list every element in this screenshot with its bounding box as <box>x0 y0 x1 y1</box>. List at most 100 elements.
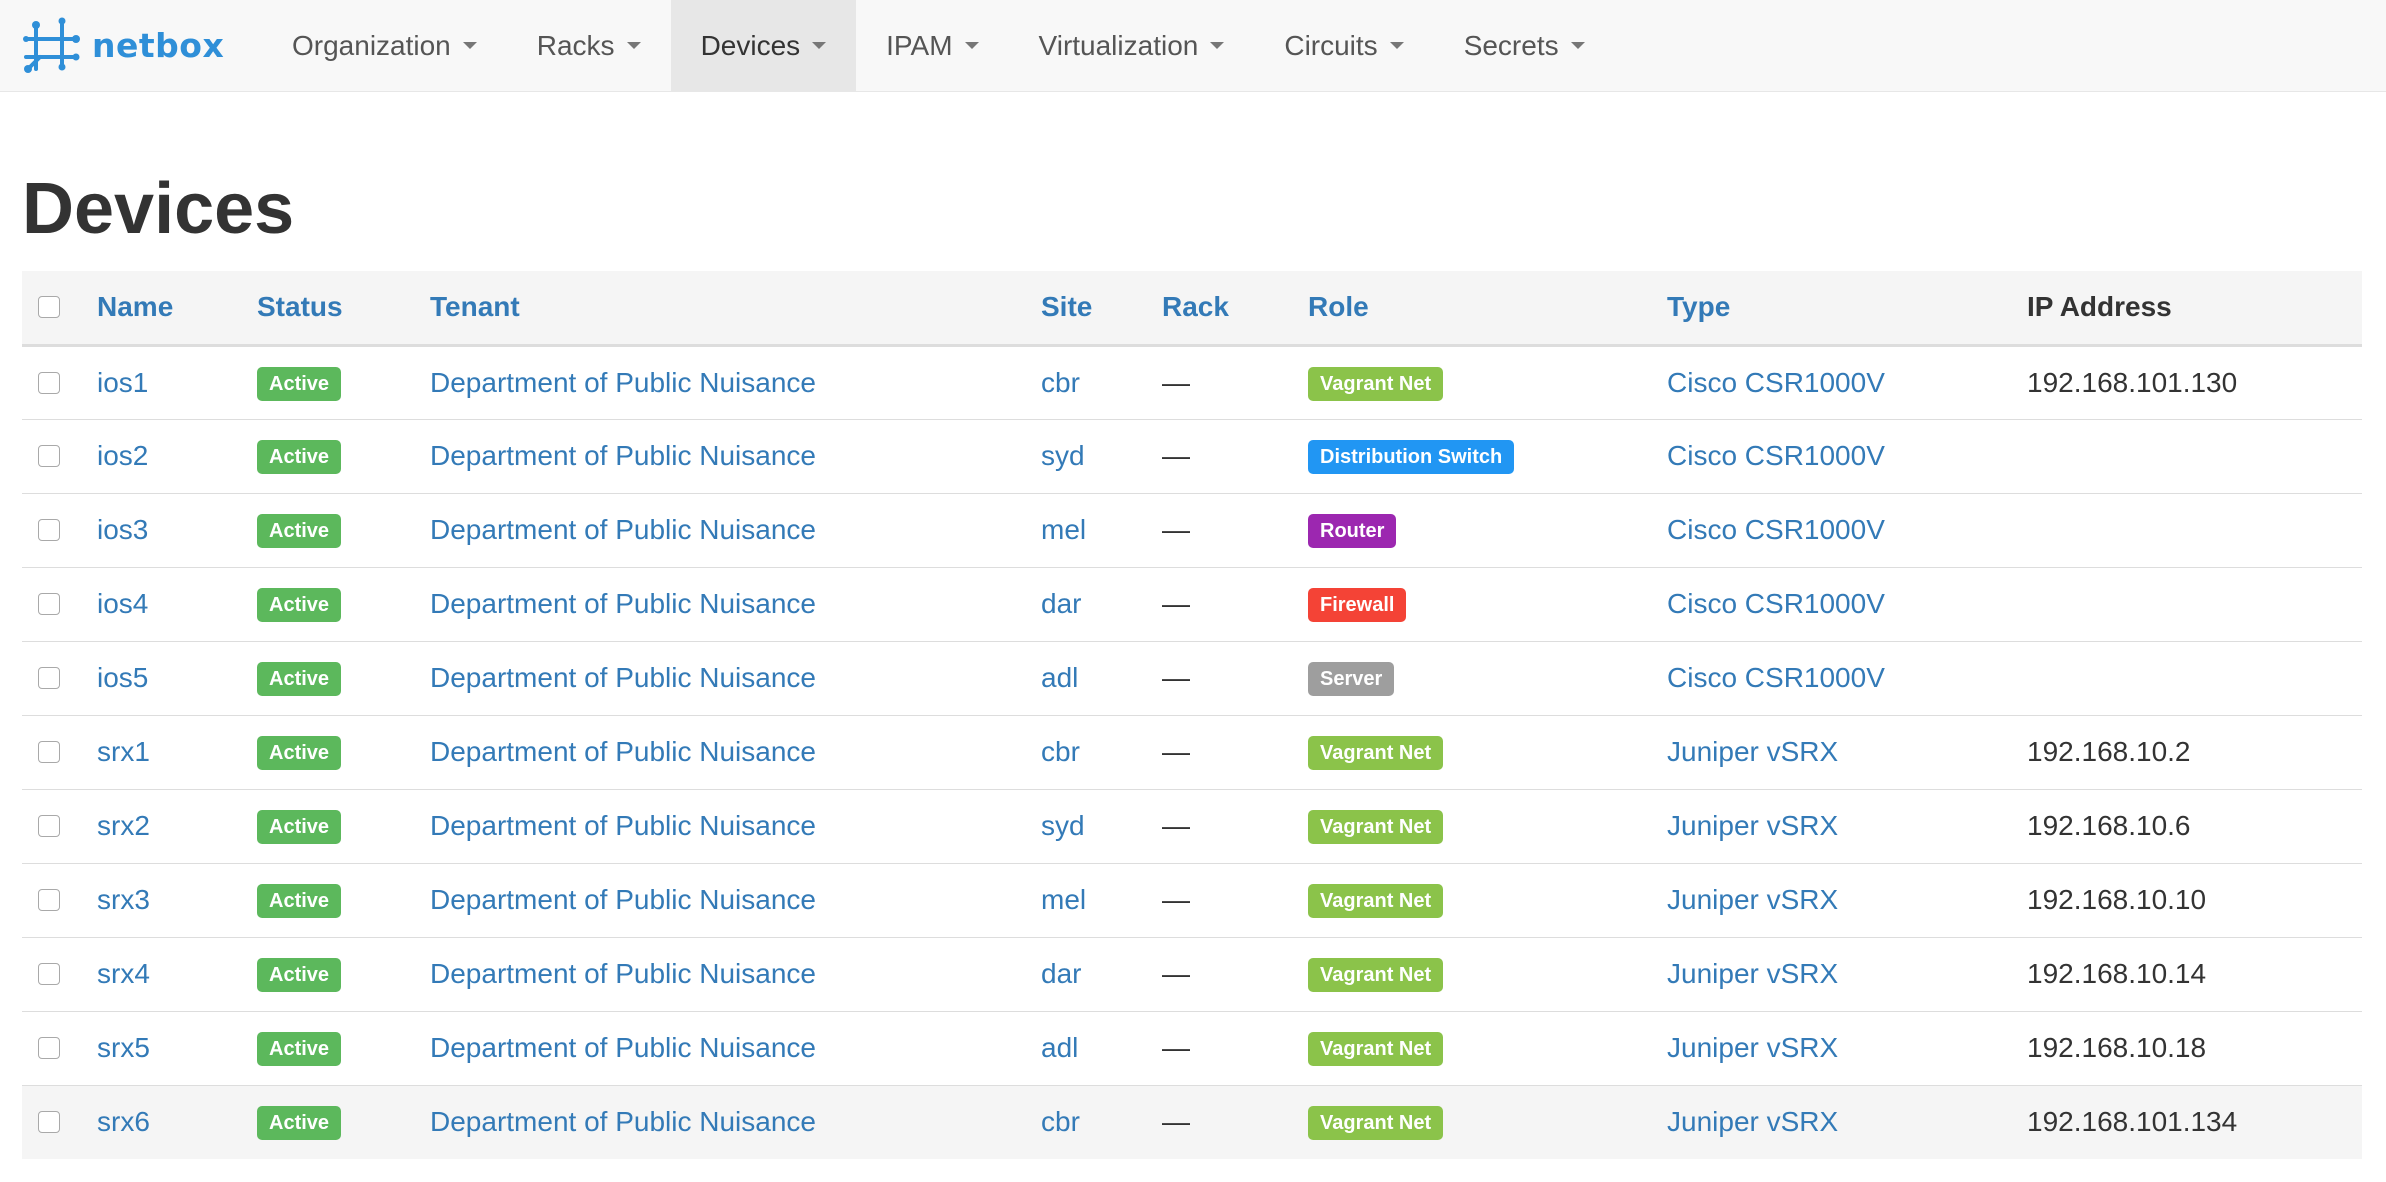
role-badge[interactable]: Vagrant Net <box>1308 958 1444 992</box>
tenant-cell: Department of Public Nuisance <box>430 715 1041 789</box>
nav-label: Devices <box>700 29 801 61</box>
rack-value: — <box>1162 958 1190 989</box>
nav-organization[interactable]: Organization <box>262 0 507 91</box>
col-header-site[interactable]: Site <box>1041 271 1162 345</box>
row-select-checkbox[interactable] <box>38 593 60 615</box>
site-link[interactable]: syd <box>1041 440 1085 471</box>
tenant-link[interactable]: Department of Public Nuisance <box>430 662 816 693</box>
device-type-link[interactable]: Juniper vSRX <box>1667 884 1838 915</box>
site-link[interactable]: cbr <box>1041 367 1080 398</box>
site-link[interactable]: adl <box>1041 662 1078 693</box>
device-type-link[interactable]: Cisco CSR1000V <box>1667 514 1885 545</box>
role-badge[interactable]: Vagrant Net <box>1308 1032 1444 1066</box>
device-type-link[interactable]: Juniper vSRX <box>1667 1106 1838 1137</box>
role-badge[interactable]: Vagrant Net <box>1308 884 1444 918</box>
role-badge[interactable]: Vagrant Net <box>1308 810 1444 844</box>
row-select-checkbox[interactable] <box>38 963 60 985</box>
col-header-rack[interactable]: Rack <box>1162 271 1308 345</box>
device-name-link[interactable]: srx5 <box>97 1032 150 1063</box>
tenant-link[interactable]: Department of Public Nuisance <box>430 810 816 841</box>
row-select-checkbox[interactable] <box>38 667 60 689</box>
device-type-link[interactable]: Juniper vSRX <box>1667 810 1838 841</box>
status-cell: Active <box>257 937 430 1011</box>
row-select-checkbox[interactable] <box>38 889 60 911</box>
col-header-status[interactable]: Status <box>257 271 430 345</box>
role-badge[interactable]: Server <box>1308 662 1395 696</box>
site-link[interactable]: adl <box>1041 1032 1078 1063</box>
tenant-link[interactable]: Department of Public Nuisance <box>430 884 816 915</box>
role-badge[interactable]: Vagrant Net <box>1308 366 1444 401</box>
col-header-type[interactable]: Type <box>1667 271 2027 345</box>
rack-cell: — <box>1162 789 1308 863</box>
select-all-checkbox[interactable] <box>38 296 60 319</box>
device-type-link[interactable]: Cisco CSR1000V <box>1667 367 1885 398</box>
col-header-ip-address: IP Address <box>2027 291 2172 323</box>
device-type-link[interactable]: Juniper vSRX <box>1667 736 1838 767</box>
site-link[interactable]: syd <box>1041 810 1085 841</box>
device-name-link[interactable]: srx6 <box>97 1106 150 1137</box>
tenant-link[interactable]: Department of Public Nuisance <box>430 1032 816 1063</box>
device-name-link[interactable]: srx3 <box>97 884 150 915</box>
tenant-link[interactable]: Department of Public Nuisance <box>430 736 816 767</box>
role-badge[interactable]: Firewall <box>1308 588 1407 622</box>
device-type-link[interactable]: Juniper vSRX <box>1667 1032 1838 1063</box>
col-header-name[interactable]: Name <box>97 271 257 345</box>
tenant-cell: Department of Public Nuisance <box>430 641 1041 715</box>
ip-cell <box>2027 567 2362 641</box>
rack-value: — <box>1162 884 1190 915</box>
site-link[interactable]: dar <box>1041 958 1081 989</box>
row-select-checkbox[interactable] <box>38 371 60 394</box>
tenant-link[interactable]: Department of Public Nuisance <box>430 514 816 545</box>
site-link[interactable]: cbr <box>1041 736 1080 767</box>
role-badge[interactable]: Vagrant Net <box>1308 1106 1444 1141</box>
device-name-link[interactable]: ios3 <box>97 514 148 545</box>
device-name-link[interactable]: ios1 <box>97 367 148 398</box>
nav-secrets[interactable]: Secrets <box>1434 0 1615 91</box>
device-name-link[interactable]: ios2 <box>97 440 148 471</box>
device-type-link[interactable]: Cisco CSR1000V <box>1667 662 1885 693</box>
nav-circuits[interactable]: Circuits <box>1254 0 1433 91</box>
site-link[interactable]: dar <box>1041 588 1081 619</box>
row-select-checkbox[interactable] <box>38 445 60 467</box>
nav-label: Secrets <box>1463 29 1559 61</box>
tenant-link[interactable]: Department of Public Nuisance <box>430 1106 816 1137</box>
device-name-link[interactable]: srx1 <box>97 736 150 767</box>
device-type-link[interactable]: Juniper vSRX <box>1667 958 1838 989</box>
ip-cell: 192.168.10.10 <box>2027 863 2362 937</box>
site-link[interactable]: cbr <box>1041 1106 1080 1137</box>
nav-racks[interactable]: Racks <box>507 0 671 91</box>
row-select-checkbox[interactable] <box>38 519 60 541</box>
tenant-link[interactable]: Department of Public Nuisance <box>430 440 816 471</box>
device-type-link[interactable]: Cisco CSR1000V <box>1667 588 1885 619</box>
device-name-link[interactable]: srx4 <box>97 958 150 989</box>
brand-logo-link[interactable]: netbox <box>0 0 262 91</box>
row-select-checkbox[interactable] <box>38 1111 60 1134</box>
device-type-link[interactable]: Cisco CSR1000V <box>1667 440 1885 471</box>
row-select-checkbox[interactable] <box>38 741 60 763</box>
nav-devices[interactable]: Devices <box>670 0 857 91</box>
device-name-link[interactable]: srx2 <box>97 810 150 841</box>
ip-address-value: 192.168.10.18 <box>2027 1032 2207 1063</box>
nav-ipam[interactable]: IPAM <box>856 0 1008 91</box>
col-header-role[interactable]: Role <box>1308 271 1667 345</box>
role-badge[interactable]: Vagrant Net <box>1308 736 1444 770</box>
status-cell: Active <box>257 493 430 567</box>
tenant-link[interactable]: Department of Public Nuisance <box>430 588 816 619</box>
rack-cell: — <box>1162 641 1308 715</box>
site-link[interactable]: mel <box>1041 884 1086 915</box>
tenant-cell: Department of Public Nuisance <box>430 789 1041 863</box>
ip-cell: 192.168.10.2 <box>2027 715 2362 789</box>
device-name-link[interactable]: ios4 <box>97 588 148 619</box>
tenant-link[interactable]: Department of Public Nuisance <box>430 367 816 398</box>
tenant-link[interactable]: Department of Public Nuisance <box>430 958 816 989</box>
row-select-checkbox[interactable] <box>38 815 60 837</box>
col-header-tenant[interactable]: Tenant <box>430 271 1041 345</box>
nav-label: IPAM <box>886 29 953 61</box>
row-select-checkbox[interactable] <box>38 1037 60 1059</box>
device-name-link[interactable]: ios5 <box>97 662 148 693</box>
site-link[interactable]: mel <box>1041 514 1086 545</box>
nav-virtualization[interactable]: Virtualization <box>1009 0 1255 91</box>
role-badge[interactable]: Distribution Switch <box>1308 440 1515 474</box>
name-cell: ios2 <box>97 419 257 493</box>
role-badge[interactable]: Router <box>1308 514 1397 548</box>
